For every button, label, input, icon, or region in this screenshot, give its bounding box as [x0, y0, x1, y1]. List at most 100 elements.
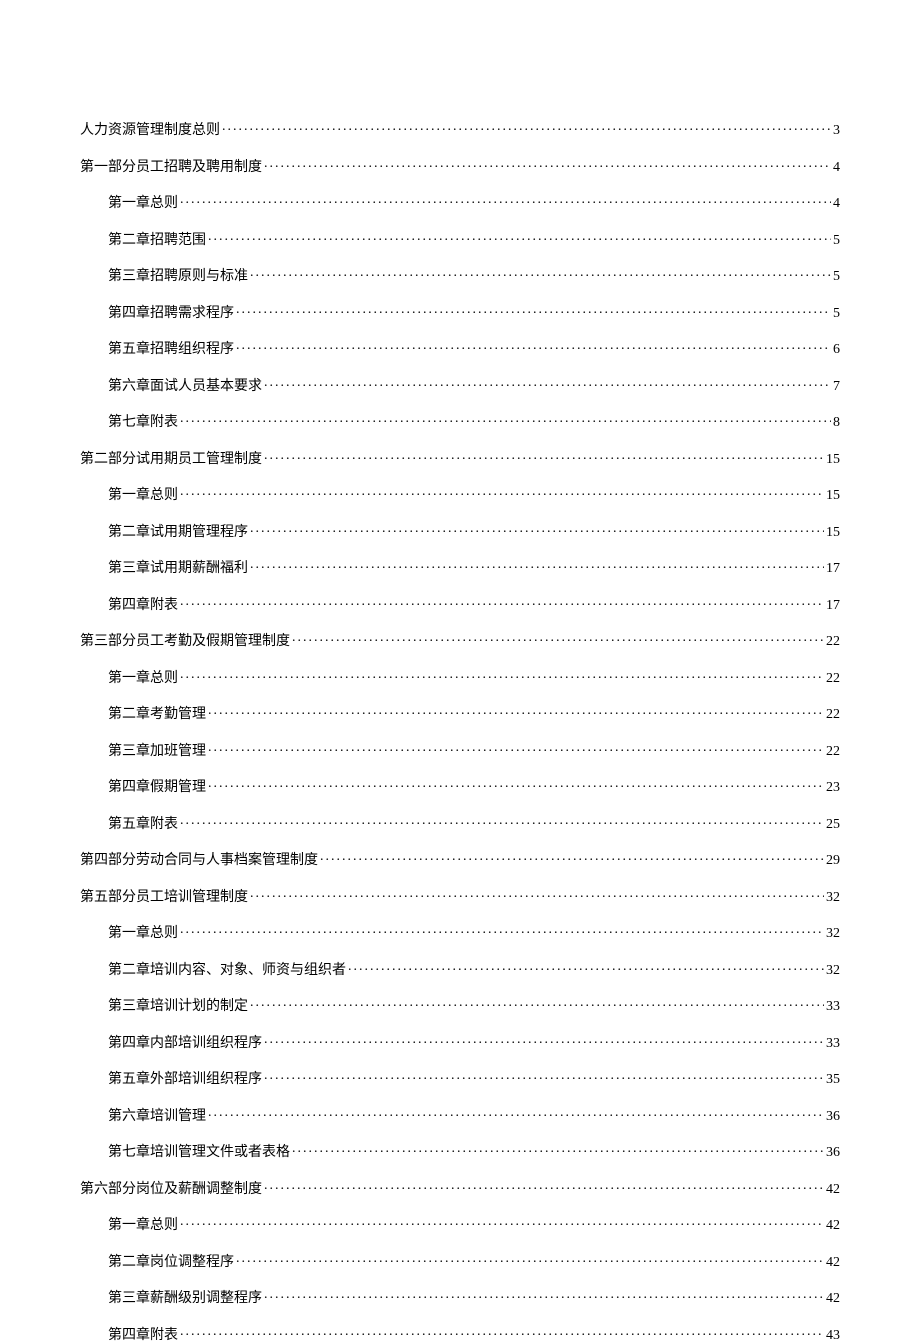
toc-leader-dots — [264, 376, 831, 390]
toc-leader-dots — [250, 558, 824, 572]
toc-entry-title: 第六章面试人员基本要求 — [108, 380, 262, 394]
toc-entry-title: 第二部分试用期员工管理制度 — [80, 453, 262, 467]
toc-entry-page: 22 — [826, 635, 840, 649]
toc-entry[interactable]: 第一章总则42 — [80, 1215, 840, 1233]
toc-entry-page: 23 — [826, 781, 840, 795]
toc-entry[interactable]: 第四部分劳动合同与人事档案管理制度29 — [80, 850, 840, 868]
toc-entry-page: 22 — [826, 708, 840, 722]
toc-entry[interactable]: 第三章加班管理 22 — [80, 741, 840, 759]
toc-entry-page: 22 — [826, 745, 840, 759]
toc-entry[interactable]: 第三部分员工考勤及假期管理制度 22 — [80, 631, 840, 649]
toc-leader-dots — [264, 1179, 824, 1193]
toc-leader-dots — [208, 741, 824, 755]
toc-entry-page: 33 — [826, 1000, 840, 1014]
toc-entry[interactable]: 第五章附表 25 — [80, 814, 840, 832]
toc-entry-title: 第四章内部培训组织程序 — [108, 1037, 262, 1051]
toc-entry-page: 43 — [826, 1329, 840, 1343]
toc-leader-dots — [264, 449, 824, 463]
toc-leader-dots — [180, 1325, 824, 1339]
toc-entry[interactable]: 第一章总则4 — [80, 193, 840, 211]
toc-leader-dots — [236, 339, 831, 353]
toc-entry[interactable]: 第二章考勤管理 22 — [80, 704, 840, 722]
toc-leader-dots — [264, 1033, 824, 1047]
toc-entry-title: 第二章岗位调整程序 — [108, 1256, 234, 1270]
toc-leader-dots — [292, 1142, 824, 1156]
toc-entry-title: 第七章培训管理文件或者表格 — [108, 1146, 290, 1160]
toc-entry[interactable]: 第一章总则32 — [80, 923, 840, 941]
toc-entry[interactable]: 第五章招聘组织程序 6 — [80, 339, 840, 357]
toc-leader-dots — [180, 668, 824, 682]
toc-entry-title: 第四章招聘需求程序 — [108, 307, 234, 321]
toc-entry-title: 第七章附表 — [108, 416, 178, 430]
toc-entry-page: 35 — [826, 1073, 840, 1087]
toc-entry[interactable]: 第四章附表 43 — [80, 1325, 840, 1343]
toc-entry-page: 7 — [833, 380, 840, 394]
toc-entry[interactable]: 第三章试用期薪酬福利17 — [80, 558, 840, 576]
toc-leader-dots — [264, 157, 831, 171]
toc-entry-title: 第四章附表 — [108, 1329, 178, 1343]
toc-entry[interactable]: 第一部分员工招聘及聘用制度4 — [80, 157, 840, 175]
toc-entry[interactable]: 第七章培训管理文件或者表格36 — [80, 1142, 840, 1160]
toc-entry-page: 22 — [826, 672, 840, 686]
toc-entry-page: 32 — [826, 891, 840, 905]
toc-leader-dots — [264, 1288, 824, 1302]
toc-entry[interactable]: 第六部分岗位及薪酬调整制度42 — [80, 1179, 840, 1197]
toc-entry[interactable]: 第三章招聘原则与标准5 — [80, 266, 840, 284]
toc-leader-dots — [208, 704, 824, 718]
toc-entry-title: 第一章总则 — [108, 197, 178, 211]
toc-entry[interactable]: 人力资源管理制度总则3 — [80, 120, 840, 138]
toc-entry-page: 3 — [833, 124, 840, 138]
toc-entry-title: 第三章加班管理 — [108, 745, 206, 759]
toc-entry-page: 6 — [833, 343, 840, 357]
toc-leader-dots — [348, 960, 824, 974]
toc-entry-page: 36 — [826, 1110, 840, 1124]
toc-entry[interactable]: 第四章假期管理 23 — [80, 777, 840, 795]
toc-entry-page: 25 — [826, 818, 840, 832]
toc-entry-title: 第五章招聘组织程序 — [108, 343, 234, 357]
toc-entry[interactable]: 第六章面试人员基本要求 7 — [80, 376, 840, 394]
toc-entry-title: 第一章总则 — [108, 1219, 178, 1233]
toc-entry[interactable]: 第二章试用期管理程序15 — [80, 522, 840, 540]
toc-entry-title: 第二章考勤管理 — [108, 708, 206, 722]
toc-entry-title: 第三部分员工考勤及假期管理制度 — [80, 635, 290, 649]
toc-leader-dots — [208, 230, 831, 244]
toc-leader-dots — [180, 923, 824, 937]
toc-entry[interactable]: 第五部分员工培训管理制度32 — [80, 887, 840, 905]
toc-entry-title: 第二章试用期管理程序 — [108, 526, 248, 540]
toc-entry[interactable]: 第四章招聘需求程序5 — [80, 303, 840, 321]
toc-entry-title: 第四章假期管理 — [108, 781, 206, 795]
toc-entry[interactable]: 第七章附表 8 — [80, 412, 840, 430]
toc-entry-page: 5 — [833, 234, 840, 248]
toc-entry[interactable]: 第三章薪酬级别调整程序42 — [80, 1288, 840, 1306]
toc-entry[interactable]: 第二章招聘范围5 — [80, 230, 840, 248]
toc-entry[interactable]: 第三章培训计划的制定 33 — [80, 996, 840, 1014]
toc-entry-title: 第五章外部培训组织程序 — [108, 1073, 262, 1087]
toc-entry[interactable]: 第二章岗位调整程序42 — [80, 1252, 840, 1270]
toc-leader-dots — [180, 412, 831, 426]
toc-leader-dots — [264, 1069, 824, 1083]
toc-entry-title: 第二章培训内容、对象、师资与组织者 — [108, 964, 346, 978]
toc-entry-title: 第一部分员工招聘及聘用制度 — [80, 161, 262, 175]
toc-entry-page: 32 — [826, 927, 840, 941]
toc-leader-dots — [208, 1106, 824, 1120]
toc-entry[interactable]: 第四章内部培训组织程序33 — [80, 1033, 840, 1051]
toc-entry-title: 第五章附表 — [108, 818, 178, 832]
toc-entry[interactable]: 第四章附表17 — [80, 595, 840, 613]
toc-entry-page: 8 — [833, 416, 840, 430]
toc-entry[interactable]: 第六章培训管理36 — [80, 1106, 840, 1124]
toc-leader-dots — [180, 814, 824, 828]
toc-entry-page: 15 — [826, 489, 840, 503]
toc-leader-dots — [180, 595, 824, 609]
toc-entry[interactable]: 第一章总则15 — [80, 485, 840, 503]
toc-entry-page: 32 — [826, 964, 840, 978]
toc-entry-page: 42 — [826, 1292, 840, 1306]
toc-entry[interactable]: 第二章培训内容、对象、师资与组织者 32 — [80, 960, 840, 978]
toc-entry-title: 第三章培训计划的制定 — [108, 1000, 248, 1014]
toc-entry[interactable]: 第二部分试用期员工管理制度15 — [80, 449, 840, 467]
toc-entry[interactable]: 第一章总则 22 — [80, 668, 840, 686]
toc-leader-dots — [250, 996, 824, 1010]
toc-entry[interactable]: 第五章外部培训组织程序 35 — [80, 1069, 840, 1087]
table-of-contents: 人力资源管理制度总则3 第一部分员工招聘及聘用制度4 第一章总则4 第二章招聘范围5 第… — [80, 120, 840, 1343]
toc-leader-dots — [292, 631, 824, 645]
toc-entry-title: 第一章总则 — [108, 672, 178, 686]
